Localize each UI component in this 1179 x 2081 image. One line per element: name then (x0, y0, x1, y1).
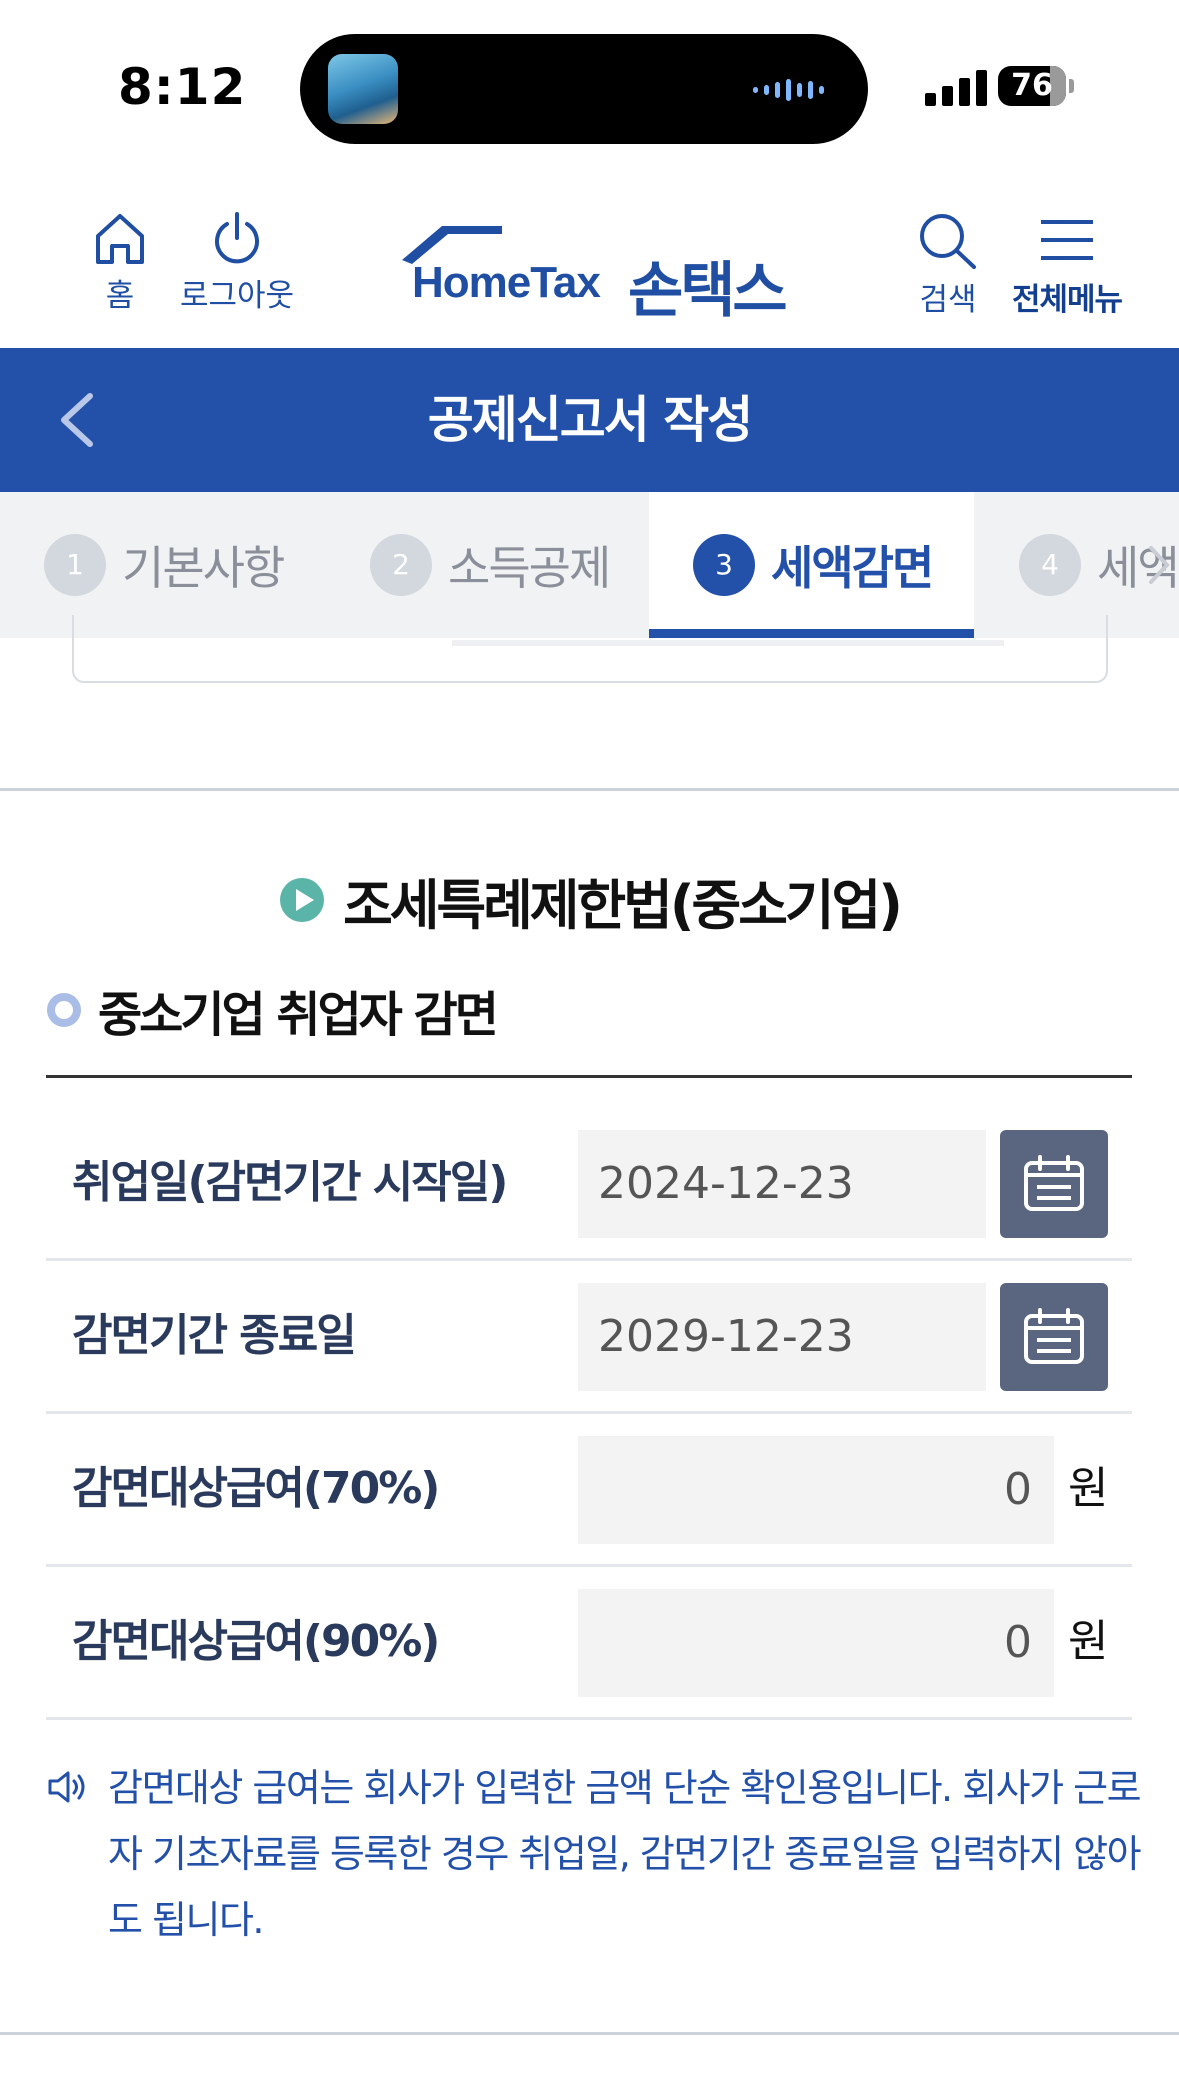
back-chevron-icon[interactable] (52, 390, 102, 450)
app-header: 홈 로그아웃 HomeTax 손택스 검색 전체메뉴 (0, 190, 1179, 348)
previous-card-inner (452, 640, 1004, 646)
status-time: 8:12 (118, 58, 247, 116)
end-date-calendar-button[interactable] (1000, 1283, 1108, 1391)
previous-card (72, 615, 1108, 683)
search-button[interactable]: 검색 (916, 210, 980, 319)
sub-heading: 중소기업 취업자 감면 (46, 975, 499, 1045)
search-icon (920, 214, 976, 269)
ring-bullet-icon (47, 993, 81, 1027)
pay90-unit: 원 (1068, 1616, 1109, 1667)
battery-level: 76 (1011, 68, 1053, 103)
full-menu-label: 전체메뉴 (1012, 282, 1123, 318)
step-number: 4 (1019, 534, 1081, 596)
play-circle-icon (280, 878, 325, 922)
step-label: 소득공제 (448, 541, 611, 595)
hamburger-menu-icon (1041, 220, 1094, 260)
notice-text: 감면대상 급여는 회사가 입력한 금액 단순 확인용입니다. 회사가 근로자 기… (108, 1766, 1142, 1942)
home-label: 홈 (105, 278, 135, 314)
logout-label: 로그아웃 (180, 278, 295, 314)
logo-text: HomeTax (412, 258, 601, 307)
end-date-row: 감면기간 종료일 2029-12-23 (46, 1261, 1132, 1414)
calendar-icon (1024, 1308, 1084, 1364)
step-label: 기본사항 (122, 541, 285, 595)
start-date-field[interactable]: 2024-12-23 (578, 1130, 986, 1238)
dynamic-island[interactable] (300, 34, 868, 144)
step-number: 2 (370, 534, 432, 596)
pay90-label: 감면대상급여(90%) (72, 1616, 440, 1667)
pay70-field[interactable]: 0 (578, 1436, 1054, 1544)
section-heading: 조세특례제한법(중소기업) (0, 860, 1179, 940)
step-number: 3 (693, 534, 755, 596)
step-number: 1 (44, 534, 106, 596)
power-icon (215, 212, 260, 264)
full-menu-button[interactable]: 전체메뉴 (1012, 210, 1123, 319)
audio-waveform-icon (753, 79, 824, 101)
end-date-label: 감면기간 종료일 (72, 1310, 357, 1361)
music-album-art-icon (328, 54, 398, 124)
pay90-field[interactable]: 0 (578, 1589, 1054, 1697)
section-title: 조세특례제한법(중소기업) (343, 873, 903, 937)
battery-icon: 76 (998, 66, 1066, 106)
pay70-unit: 원 (1068, 1463, 1109, 1514)
step-label: 세액감면 (771, 541, 934, 595)
logo-korean: 손택스 (628, 256, 788, 326)
hometax-logo[interactable]: HomeTax 손택스 (398, 220, 798, 326)
logout-button[interactable]: 로그아웃 (180, 210, 294, 315)
page-title: 공제신고서 작성 (427, 391, 753, 449)
sub-divider (46, 1075, 1132, 1078)
pay70-label: 감면대상급여(70%) (72, 1463, 440, 1514)
end-date-field[interactable]: 2029-12-23 (578, 1283, 986, 1391)
section-divider (0, 788, 1179, 791)
status-bar: 8:12 76 (0, 0, 1179, 170)
home-icon (96, 214, 144, 264)
calendar-icon (1024, 1155, 1084, 1211)
speaker-icon (48, 1771, 85, 1803)
sub-title: 중소기업 취업자 감면 (98, 987, 499, 1043)
start-date-label: 취업일(감면기간 시작일) (72, 1157, 508, 1208)
home-button[interactable]: 홈 (92, 210, 148, 315)
start-date-calendar-button[interactable] (1000, 1130, 1108, 1238)
pay70-row: 감면대상급여(70%) 0 원 (46, 1414, 1132, 1567)
battery-nub (1069, 79, 1074, 93)
pay90-row: 감면대상급여(90%) 0 원 (46, 1567, 1132, 1720)
cellular-signal-icon (925, 68, 987, 106)
bottom-divider (0, 2032, 1179, 2035)
page-title-bar: 공제신고서 작성 (0, 348, 1179, 492)
start-date-row: 취업일(감면기간 시작일) 2024-12-23 (46, 1108, 1132, 1261)
scroll-right-chevron-icon[interactable] (1143, 540, 1173, 590)
search-label: 검색 (919, 282, 977, 318)
